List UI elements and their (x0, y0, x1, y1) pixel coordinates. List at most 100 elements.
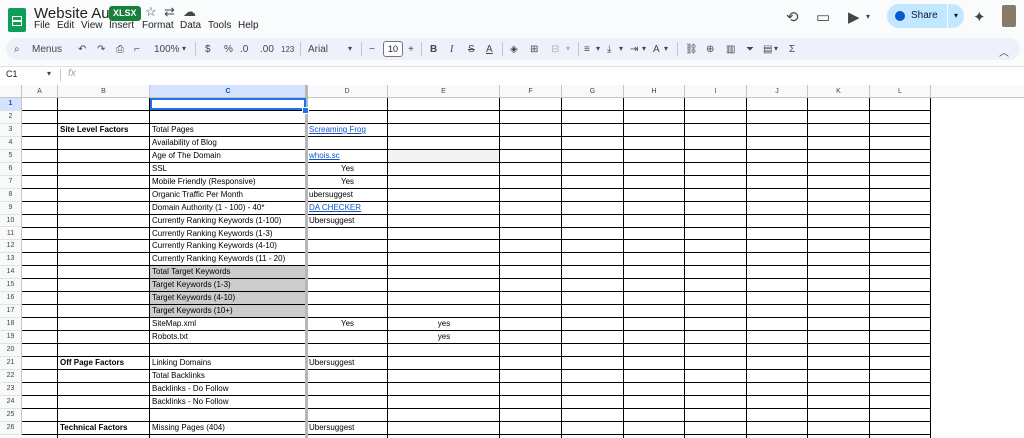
freeze-divider[interactable] (305, 85, 308, 438)
cell-d18[interactable]: Yes (307, 318, 388, 331)
cell-c13[interactable]: Currently Ranking Keywords (11 - 20) (150, 253, 307, 266)
row-header[interactable]: 1 (0, 98, 22, 111)
cell-d3[interactable]: Screaming Frog (307, 124, 388, 137)
row-header[interactable]: 14 (0, 266, 22, 280)
cell-c21[interactable]: Linking Domains (150, 357, 307, 370)
column-header[interactable]: B (58, 85, 150, 98)
column-header[interactable]: I (685, 85, 747, 98)
menu-insert[interactable]: Insert (109, 20, 134, 31)
menus-search-label[interactable]: Menus (32, 44, 62, 55)
column-header[interactable]: D (307, 85, 388, 98)
menu-data[interactable]: Data (180, 20, 201, 31)
borders-icon[interactable]: ⊞ (530, 44, 538, 55)
share-button[interactable]: Share (887, 4, 947, 28)
percent-format-button[interactable]: % (224, 44, 233, 55)
cell-c8[interactable]: Organic Traffic Per Month (150, 189, 307, 202)
filter-views-icon[interactable]: ▤ (763, 44, 772, 55)
zoom-caret-icon[interactable]: ▾ (182, 44, 186, 53)
select-all-corner[interactable] (0, 85, 22, 98)
row-header[interactable]: 18 (0, 318, 22, 332)
row-header[interactable]: 19 (0, 331, 22, 345)
zoom-select[interactable]: 100% (154, 44, 180, 55)
menu-view[interactable]: View (81, 20, 103, 31)
merge-cells-icon[interactable]: ⊟ (551, 44, 559, 55)
cell-c22[interactable]: Total Backlinks (150, 370, 307, 383)
rotation-caret-icon[interactable]: ▾ (664, 44, 668, 53)
font-size-decrease-icon[interactable]: − (369, 44, 375, 55)
row-header[interactable]: 2 (0, 110, 22, 124)
row-header[interactable]: 22 (0, 369, 22, 383)
font-size-increase-icon[interactable]: + (408, 44, 414, 55)
cell-c16[interactable]: Target Keywords (4-10) (150, 292, 307, 305)
sheets-logo-icon[interactable] (8, 8, 26, 32)
cell-d21[interactable]: Ubersuggest (307, 357, 388, 370)
increase-decimal-button[interactable]: .00 (260, 44, 274, 55)
row-header[interactable]: 10 (0, 214, 22, 228)
menu-format[interactable]: Format (142, 20, 174, 31)
move-icon[interactable]: ⇄ (164, 4, 175, 20)
cell-c23[interactable]: Backlinks - Do Follow (150, 383, 307, 396)
meet-icon[interactable]: ▶ (848, 8, 860, 26)
cell-c6[interactable]: SSL (150, 163, 307, 176)
row-header[interactable]: 8 (0, 188, 22, 202)
column-header[interactable]: E (388, 85, 500, 98)
column-header[interactable]: C (150, 85, 307, 98)
cell-d7[interactable]: Yes (307, 176, 388, 189)
row-header[interactable]: 21 (0, 357, 22, 370)
italic-icon[interactable]: I (450, 44, 453, 55)
row-header[interactable]: 13 (0, 253, 22, 267)
row-header[interactable]: 3 (0, 123, 22, 137)
cell-c18[interactable]: SiteMap.xml (150, 318, 307, 331)
text-wrapping-icon[interactable]: ⇥ (630, 44, 638, 55)
cell-c24[interactable]: Backlinks - No Follow (150, 396, 307, 409)
row-header[interactable]: 17 (0, 305, 22, 319)
bold-icon[interactable]: B (430, 44, 437, 55)
wrap-caret-icon[interactable]: ▾ (642, 44, 646, 53)
cell-d5[interactable]: whois.sc (307, 150, 388, 163)
row-header[interactable]: 7 (0, 175, 22, 189)
meet-caret-icon[interactable]: ▾ (866, 12, 870, 21)
cell-c12[interactable]: Currently Ranking Keywords (4-10) (150, 240, 307, 253)
cell-c4[interactable]: Availability of Blog (150, 137, 307, 150)
cell-c15[interactable]: Target Keywords (1-3) (150, 279, 307, 292)
collapse-toolbar-icon[interactable]: ︿ (999, 44, 1009, 59)
cell-d8[interactable]: ubersuggest (307, 189, 388, 202)
cell-e19[interactable]: yes (388, 331, 500, 344)
insert-link-icon[interactable]: ⛓ (685, 44, 698, 55)
redo-icon[interactable]: ↷ (97, 44, 105, 55)
undo-icon[interactable]: ↶ (78, 44, 86, 55)
number-format-button[interactable]: 123 (281, 45, 294, 54)
cell-c17[interactable]: Target Keywords (10+) (150, 305, 307, 318)
insert-comment-icon[interactable]: ⊕ (706, 44, 714, 55)
cloud-status-icon[interactable]: ☁ (183, 4, 196, 20)
avatar[interactable] (1002, 5, 1016, 27)
row-header[interactable]: 12 (0, 240, 22, 254)
insert-chart-icon[interactable]: ▥ (726, 44, 735, 55)
cell-c11[interactable]: Currently Ranking Keywords (1-3) (150, 228, 307, 241)
horizontal-align-icon[interactable]: ≡ (584, 44, 590, 55)
text-rotation-icon[interactable]: A (653, 44, 660, 55)
filter-views-caret-icon[interactable]: ▾ (774, 44, 778, 53)
cell-c19[interactable]: Robots.txt (150, 331, 307, 344)
history-icon[interactable]: ⟲ (786, 8, 799, 26)
row-header[interactable]: 4 (0, 136, 22, 150)
menu-tools[interactable]: Tools (208, 20, 231, 31)
comments-icon[interactable]: ▭ (816, 8, 830, 26)
cell-c7[interactable]: Mobile Friendly (Responsive) (150, 176, 307, 189)
row-header[interactable]: 16 (0, 292, 22, 306)
row-header[interactable]: 24 (0, 395, 22, 409)
functions-icon[interactable]: Σ (789, 44, 795, 55)
cell-d10[interactable]: Ubersuggest (307, 215, 388, 228)
row-header[interactable]: 11 (0, 227, 22, 241)
cell-c5[interactable]: Age of The Domain (150, 150, 307, 163)
cell-b21[interactable]: Off Page Factors (58, 357, 150, 370)
cell-b3[interactable]: Site Level Factors (58, 124, 150, 137)
currency-format-button[interactable]: $ (205, 44, 211, 55)
formula-bar[interactable] (0, 66, 1024, 86)
cell-c3[interactable]: Total Pages (150, 124, 307, 137)
menu-help[interactable]: Help (238, 20, 259, 31)
star-icon[interactable]: ☆ (145, 4, 157, 20)
gemini-icon[interactable]: ✦ (973, 8, 986, 26)
name-box[interactable]: C1 (6, 69, 18, 79)
cell-c14[interactable]: Total Target Keywords (150, 266, 307, 279)
